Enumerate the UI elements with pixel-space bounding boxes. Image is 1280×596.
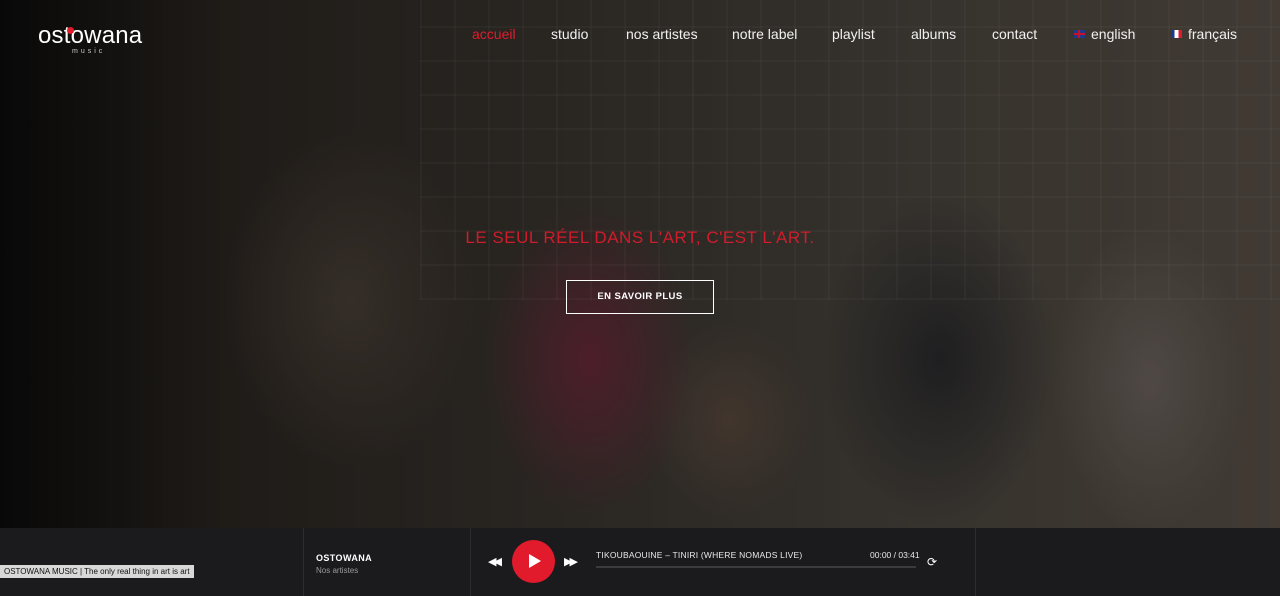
skip-forward-icon[interactable]: ▶▶	[564, 555, 578, 568]
logo-subtitle: music	[72, 48, 106, 55]
play-icon	[529, 554, 541, 568]
progress-bar[interactable]	[596, 566, 916, 568]
player-artist-category: Nos artistes	[316, 566, 359, 575]
audio-player-bar	[0, 528, 1280, 596]
hero-background	[0, 0, 1280, 528]
nav-item-studio[interactable]: studio	[551, 26, 588, 42]
nav-item-francais[interactable]: français	[1171, 26, 1237, 42]
player-divider	[303, 528, 304, 596]
site-caption: OSTOWANA MUSIC | The only real thing in …	[0, 565, 194, 578]
france-flag-icon	[1171, 30, 1182, 38]
nav-item-english[interactable]: english	[1074, 26, 1135, 42]
skip-back-icon[interactable]: ◀◀	[488, 555, 502, 568]
nav-lang-label: english	[1091, 26, 1136, 42]
main-nav: accueil studio nos artistes notre label …	[0, 26, 1280, 46]
track-time: 00:00 / 03:41	[870, 550, 920, 560]
play-button[interactable]	[512, 540, 555, 583]
now-playing-title: TIKOUBAOUINE – TINIRI (WHERE NOMADS LIVE…	[596, 550, 803, 560]
hero-tagline: LE SEUL RÉEL DANS L'ART, C'EST L'ART.	[465, 228, 815, 247]
player-divider	[470, 528, 471, 596]
nav-item-albums[interactable]: albums	[911, 26, 956, 42]
nav-item-contact[interactable]: contact	[992, 26, 1037, 42]
nav-item-nos-artistes[interactable]: nos artistes	[626, 26, 698, 42]
player-divider	[975, 528, 976, 596]
nav-item-accueil[interactable]: accueil	[472, 26, 516, 42]
nav-item-notre-label[interactable]: notre label	[732, 26, 797, 42]
uk-flag-icon	[1074, 30, 1085, 38]
nav-lang-label: français	[1188, 26, 1238, 42]
repeat-icon[interactable]: ⟳	[927, 555, 937, 569]
learn-more-button[interactable]: EN SAVOIR PLUS	[566, 280, 714, 314]
player-artist-name: OSTOWANA	[316, 553, 373, 563]
nav-item-playlist[interactable]: playlist	[832, 26, 875, 42]
